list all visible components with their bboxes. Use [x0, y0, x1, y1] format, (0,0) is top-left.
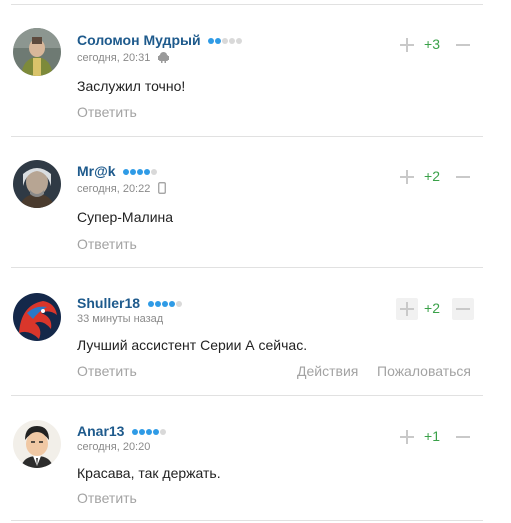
timestamp: сегодня, 20:20 — [77, 441, 151, 453]
author-name[interactable]: Anar13 — [77, 422, 167, 439]
author-name-text[interactable]: Соломон Мудрый — [77, 32, 201, 48]
rating-dot — [168, 301, 175, 307]
rating-dot — [229, 38, 236, 44]
author-name[interactable]: Соломон Мудрый — [77, 31, 243, 48]
comment-meta: сегодня, 20:31 — [77, 51, 170, 66]
downvote-button[interactable] — [452, 298, 474, 320]
divider — [11, 4, 483, 5]
divider — [11, 395, 483, 396]
comment-score: +2 — [424, 168, 440, 184]
minus-icon — [456, 176, 470, 178]
comment-score: +3 — [424, 36, 440, 52]
downvote-button[interactable] — [452, 166, 474, 188]
rating-dot — [154, 301, 161, 307]
author-name-text[interactable]: Anar13 — [77, 423, 124, 439]
rating-dot — [123, 169, 130, 175]
rating-dot — [215, 38, 222, 44]
actions-link[interactable]: Действия — [297, 363, 358, 379]
timestamp: 33 минуты назад — [77, 313, 164, 325]
rating-dot — [144, 169, 151, 175]
rating-dot — [146, 429, 153, 435]
minus-icon — [456, 308, 470, 310]
avatar[interactable] — [13, 420, 61, 468]
user-rating-dots — [208, 31, 243, 47]
android-icon — [158, 51, 170, 66]
rating-dot — [130, 169, 137, 175]
comment-score: +2 — [424, 300, 440, 316]
rating-dot — [160, 429, 167, 435]
author-name[interactable]: Shuller18 — [77, 294, 183, 311]
complain-link[interactable]: Пожаловаться — [377, 363, 471, 379]
minus-icon — [456, 44, 470, 46]
comment-meta: 33 минуты назад — [77, 313, 163, 325]
comment-text: Супер-Малина — [77, 209, 174, 225]
rating-dot — [137, 169, 144, 175]
upvote-button[interactable] — [396, 298, 418, 320]
upvote-button[interactable] — [396, 34, 418, 56]
rating-dot — [147, 301, 154, 307]
upvote-button[interactable] — [396, 166, 418, 188]
downvote-button[interactable] — [452, 34, 474, 56]
avatar[interactable] — [13, 293, 61, 341]
rating-dot — [236, 38, 243, 44]
rating-dot — [222, 38, 229, 44]
comment-meta: сегодня, 20:20 — [77, 441, 150, 453]
divider — [11, 136, 483, 137]
comment-text: Лучший ассистент Серии А сейчас. — [77, 337, 308, 353]
comment-text: Заслужил точно! — [77, 78, 186, 94]
comment-text: Красава, так держать. — [77, 465, 221, 481]
timestamp: сегодня, 20:22 — [77, 183, 151, 195]
upvote-button[interactable] — [396, 426, 418, 448]
timestamp: сегодня, 20:31 — [77, 52, 151, 64]
user-rating-dots — [132, 422, 167, 438]
user-rating-dots — [147, 294, 183, 310]
author-name-text[interactable]: Mr@k — [77, 163, 116, 179]
reply-link[interactable]: Ответить — [77, 104, 137, 120]
minus-icon — [456, 436, 470, 438]
reply-link[interactable]: Ответить — [77, 363, 137, 379]
avatar[interactable] — [13, 28, 61, 76]
mobile-phone-icon — [158, 182, 167, 197]
downvote-button[interactable] — [452, 426, 474, 448]
rating-dot — [151, 169, 158, 175]
divider — [11, 520, 483, 521]
reply-link[interactable]: Ответить — [77, 490, 137, 506]
rating-dot — [132, 429, 139, 435]
rating-dot — [175, 301, 182, 307]
comment-meta: сегодня, 20:22 — [77, 182, 167, 197]
divider — [11, 267, 483, 268]
user-rating-dots — [123, 162, 158, 178]
comment-score: +1 — [424, 428, 440, 444]
rating-dot — [208, 38, 215, 44]
reply-link[interactable]: Ответить — [77, 236, 137, 252]
author-name-text[interactable]: Shuller18 — [77, 295, 140, 311]
avatar[interactable] — [13, 160, 61, 208]
comments-feed: Соломон Мудрый сегодня, 20:31 Заслужил т… — [0, 0, 511, 523]
rating-dot — [161, 301, 168, 307]
rating-dot — [139, 429, 146, 435]
author-name[interactable]: Mr@k — [77, 162, 158, 179]
rating-dot — [153, 429, 160, 435]
